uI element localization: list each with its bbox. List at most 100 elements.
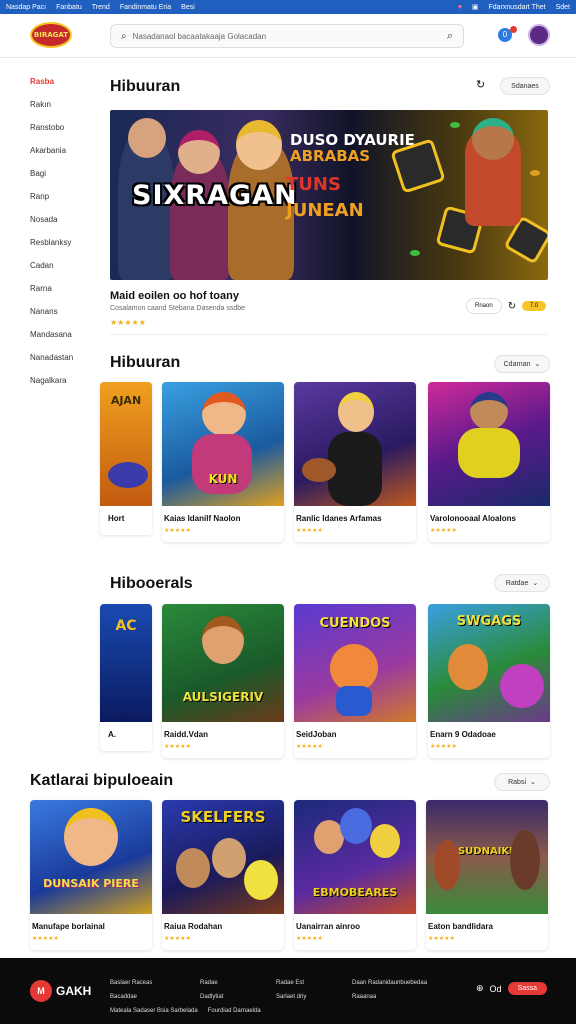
hero-line-1: DUSO DYAURIE <box>290 131 415 149</box>
info-icon[interactable]: ▣ <box>472 3 479 11</box>
row3-filter-button[interactable]: Rabsi ⌄ <box>494 773 550 791</box>
row2-filter-label: Ratdae <box>505 579 529 587</box>
search-submit-icon[interactable]: ⌕ <box>447 30 453 43</box>
game-card[interactable]: SUDNAIKE Eaton bandlidara ★★★★★ <box>426 800 548 950</box>
game-card-stars: ★★★★★ <box>428 936 455 942</box>
refresh-icon[interactable]: ↻ <box>508 301 516 312</box>
footer-language[interactable]: Od <box>490 984 502 994</box>
game-card-art-shape <box>108 462 148 488</box>
footer-link[interactable]: Radae <box>200 976 223 990</box>
sidebar-item[interactable]: Ranstobo <box>30 116 100 139</box>
game-card[interactable]: CUENDOS SeidJoban ★★★★★ <box>294 604 416 758</box>
game-card-art-shape <box>302 458 336 482</box>
sidebar-item[interactable]: Resblanksy <box>30 231 100 254</box>
section-title-row3: Katlarai bipuloeain <box>30 772 174 789</box>
site-logo[interactable]: BIRAGAT <box>30 22 72 48</box>
sidebar-item[interactable]: Cadan <box>30 254 100 277</box>
footer-actions: ⊕ Od Sassa <box>476 982 548 995</box>
globe-icon[interactable]: ⊕ <box>476 983 484 994</box>
topbar-link-5[interactable]: Besi <box>181 4 195 11</box>
game-card[interactable]: DUNSAIK PIERE Manufape borlainal ★★★★★ <box>30 800 152 950</box>
chevron-down-icon: ⌄ <box>530 779 536 786</box>
game-card[interactable]: AJAN Hort <box>100 382 152 535</box>
divider <box>110 334 548 335</box>
topbar-link-4[interactable]: Fandinmatu Eria <box>120 4 171 11</box>
topbar-link-1[interactable]: Nasdap Pacı <box>6 4 46 11</box>
game-card-art-shape <box>470 392 508 430</box>
sidebar-item[interactable]: Mandasana <box>30 323 100 346</box>
topbar-settings-link[interactable]: Sdet <box>556 4 570 11</box>
topbar-link-3[interactable]: Trend <box>92 4 110 11</box>
footer-link[interactable]: Radae Est <box>276 976 306 990</box>
game-card[interactable]: EBMOBEARES Uanairran ainroo ★★★★★ <box>294 800 416 950</box>
rating-badge: 7.0 <box>522 301 547 311</box>
game-card-art-shape <box>244 860 278 900</box>
topbar-link-2[interactable]: Fanbatu <box>56 4 82 11</box>
footer-link[interactable]: Dadlytiat <box>200 990 223 1004</box>
game-card[interactable]: SKELFERS Raiua Rodahan ★★★★★ <box>162 800 284 950</box>
featured-filter-button[interactable]: Sdanaes <box>500 77 550 95</box>
sidebar-item[interactable]: Nosada <box>30 208 100 231</box>
sidebar-item[interactable]: Rasba <box>30 70 100 93</box>
row1-filter-button[interactable]: Cdarnan ⌄ <box>494 355 550 373</box>
sidebar-item[interactable]: Rakın <box>30 93 100 116</box>
row2-filter-button[interactable]: Ratdae ⌄ <box>494 574 550 592</box>
refresh-icon[interactable]: ↻ <box>476 78 485 91</box>
game-card-art-text: KUN <box>208 472 238 486</box>
game-card-art <box>428 382 550 506</box>
game-card-art-shape <box>330 644 378 692</box>
game-card-title: Uanairran ainroo <box>296 922 361 931</box>
footer-cta-button[interactable]: Sassa <box>507 982 548 995</box>
avatar[interactable] <box>528 24 550 46</box>
footer-link[interactable]: Sarlaet driy <box>276 990 306 1004</box>
heart-icon[interactable]: ♥ <box>458 4 462 11</box>
game-card[interactable]: KUN Kaias Idanilf Naolon ★★★★★ <box>162 382 284 542</box>
footer-link[interactable]: Raaanaa <box>352 990 427 1004</box>
sidebar-item[interactable]: Ranp <box>30 185 100 208</box>
search-icon: ⌕ <box>121 30 127 42</box>
footer-link[interactable]: Daan Radanidaunbuebedaa <box>352 976 427 990</box>
sidebar: Rasba Rakın Ranstobo Akarbania Bagi Ranp… <box>30 70 100 392</box>
game-card-art: AULSIGERIV <box>162 604 284 722</box>
hero-banner[interactable]: SIXRAGAN DUSO DYAURIE ABRABAS TUNS JUNEA… <box>110 110 548 280</box>
sidebar-item[interactable]: Nanans <box>30 300 100 323</box>
game-card-stars: ★★★★★ <box>32 936 59 942</box>
footer-link[interactable]: Fourdiad Darnaelda <box>208 1008 261 1014</box>
game-card[interactable]: AC A. <box>100 604 152 751</box>
game-card-art-shape <box>458 428 520 478</box>
footer-link[interactable]: Baslaer Raceas <box>110 976 152 990</box>
footer-link[interactable]: Bacaddae <box>110 990 152 1004</box>
hero-subheading: TUNS JUNEAN <box>286 172 364 224</box>
sidebar-item[interactable]: Nanadastan <box>30 346 100 369</box>
game-card-stars: ★★★★★ <box>296 936 323 942</box>
search-input[interactable]: ⌕ Nasadanaol bacaatakaaja Golacadan ⌕ <box>110 24 464 48</box>
featured-game-title[interactable]: Maid eoilen oo hof toany <box>110 290 239 302</box>
footer-column-4: Daan Radanidaunbuebedaa Raaanaa <box>352 976 427 1004</box>
game-card[interactable]: AULSIGERIV Raidd.Vdan ★★★★★ <box>162 604 284 758</box>
game-card-title: Hort <box>108 514 125 523</box>
footer-column-1: Baslaer Raceas Bacaddae <box>110 976 152 1004</box>
logo-text: BIRAGAT <box>33 31 69 39</box>
notification-dot <box>510 26 517 33</box>
sidebar-item[interactable]: Bagi <box>30 162 100 185</box>
game-card[interactable]: Ranlic Idanes Arfamas ★★★★★ <box>294 382 416 542</box>
game-card[interactable]: SWGAGS Enarn 9 Odadoae ★★★★★ <box>428 604 550 758</box>
game-card-art-shape <box>370 824 400 858</box>
game-card-art: CUENDOS <box>294 604 416 722</box>
game-card-art-shape <box>510 830 540 890</box>
notification-button[interactable]: 0 <box>498 26 517 42</box>
footer-link[interactable]: Mateala Sadaser Bsia Sarbelada <box>110 1008 198 1014</box>
featured-action-button[interactable]: Rnaon <box>466 298 502 314</box>
game-card-art: SKELFERS <box>162 800 284 914</box>
footer-logo[interactable]: M <box>30 980 52 1002</box>
game-card-stars: ★★★★★ <box>430 744 457 750</box>
game-card-art-text: AC <box>115 618 137 634</box>
sidebar-item[interactable]: Nagalkara <box>30 369 100 392</box>
game-card-title: Eaton bandlidara <box>428 922 493 931</box>
game-card[interactable]: Varolonooaal Aloalons ★★★★★ <box>428 382 550 542</box>
sidebar-item[interactable]: Akarbania <box>30 139 100 162</box>
sidebar-item[interactable]: Rarna <box>30 277 100 300</box>
section-title-row1: Hibuuran <box>110 354 181 371</box>
game-card-art: SWGAGS <box>428 604 550 722</box>
topbar-account-link[interactable]: Fdarxnusdart Thet <box>489 4 546 11</box>
